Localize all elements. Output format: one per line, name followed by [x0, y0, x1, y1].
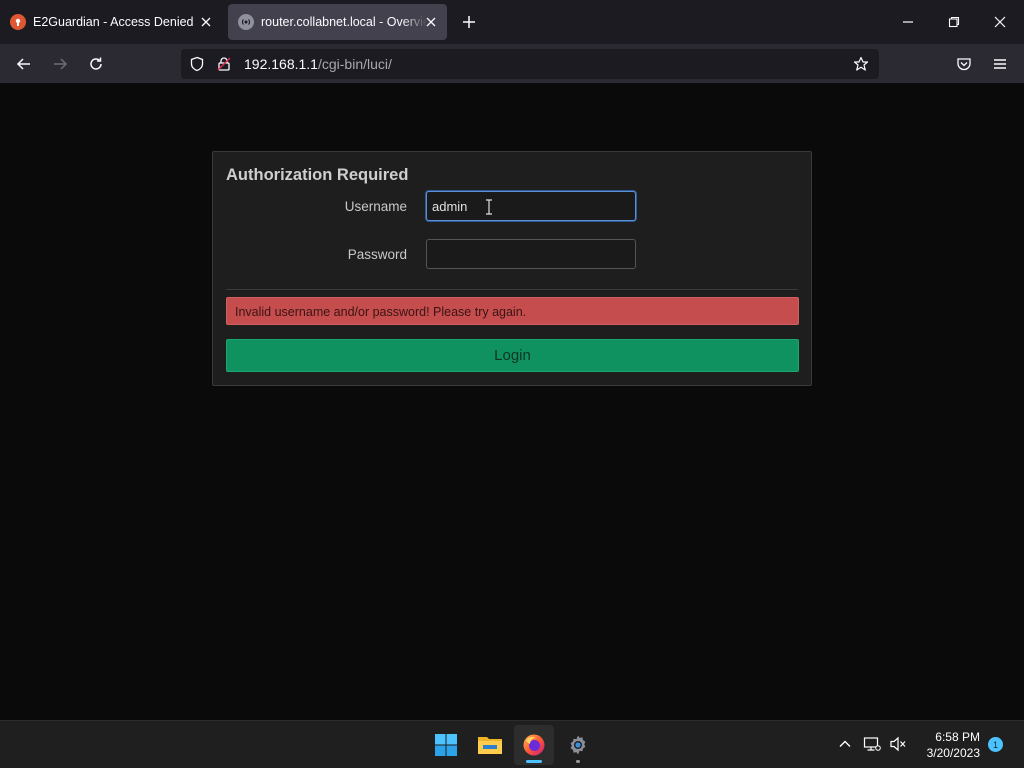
chevron-up-icon	[839, 740, 851, 747]
reload-icon	[90, 57, 102, 70]
restore-button[interactable]	[944, 12, 964, 32]
url-text[interactable]: 192.168.1.1/cgi-bin/luci/	[244, 56, 392, 72]
settings-taskbar-button[interactable]	[558, 725, 598, 765]
notification-badge[interactable]: 1	[988, 737, 1003, 752]
url-bar[interactable]: 192.168.1.1/cgi-bin/luci/	[181, 49, 879, 79]
reload-button[interactable]	[86, 54, 106, 74]
browser-nav-bar: 192.168.1.1/cgi-bin/luci/	[0, 44, 1024, 84]
shield-icon[interactable]	[189, 56, 205, 77]
password-input[interactable]	[426, 239, 636, 269]
running-app-indicator	[576, 760, 580, 763]
arrow-left-icon	[16, 58, 30, 70]
menu-button[interactable]	[990, 54, 1010, 74]
password-label: Password	[347, 247, 407, 262]
file-explorer-button[interactable]	[470, 725, 510, 765]
login-button[interactable]: Login	[226, 339, 799, 372]
windows-start-icon	[435, 734, 457, 756]
restore-icon	[948, 16, 960, 28]
pocket-icon	[957, 58, 971, 71]
volume-muted-icon	[890, 736, 906, 752]
insecure-lock-icon[interactable]	[216, 56, 232, 77]
broadcast-icon	[238, 14, 254, 30]
new-tab-button[interactable]	[459, 12, 479, 32]
network-icon	[863, 737, 881, 751]
url-path: /cgi-bin/luci/	[317, 56, 392, 72]
url-host: 192.168.1.1	[244, 56, 318, 72]
close-icon	[994, 16, 1006, 28]
minimize-icon	[903, 21, 913, 23]
clock-time: 6:58 PM	[935, 730, 980, 744]
login-form: Authorization Required Username Password…	[212, 151, 812, 386]
minimize-button[interactable]	[898, 12, 918, 32]
hamburger-icon	[994, 59, 1006, 69]
file-explorer-icon	[478, 737, 502, 754]
page-content: Authorization Required Username Password…	[0, 85, 1024, 720]
volume-button[interactable]	[889, 735, 907, 753]
taskbar: 6:58 PM 3/20/2023 1	[0, 720, 1024, 768]
start-button[interactable]	[426, 725, 466, 765]
settings-icon	[570, 735, 586, 755]
system-clock[interactable]: 6:58 PM 3/20/2023	[912, 729, 980, 761]
close-window-button[interactable]	[990, 12, 1010, 32]
firefox-taskbar-button[interactable]	[514, 725, 554, 765]
tab-e2guardian[interactable]: E2Guardian - Access Denied	[0, 4, 222, 40]
arrow-right-icon	[54, 58, 68, 70]
bookmark-star-icon[interactable]	[853, 56, 869, 77]
plus-icon	[463, 16, 475, 28]
browser-tab-bar: E2Guardian - Access Denied router.collab…	[0, 0, 1024, 44]
show-hidden-icons-button[interactable]	[836, 735, 854, 753]
clock-date: 3/20/2023	[926, 746, 980, 760]
close-icon[interactable]	[198, 14, 214, 30]
duckduckgo-icon	[10, 14, 26, 30]
username-input[interactable]	[426, 191, 636, 221]
close-icon[interactable]	[423, 14, 439, 30]
page-title: Authorization Required	[226, 166, 409, 184]
back-button[interactable]	[14, 54, 34, 74]
active-app-indicator	[526, 760, 542, 763]
tab-title: router.collabnet.local - Overview	[261, 15, 427, 29]
network-button[interactable]	[863, 735, 881, 753]
tab-title: E2Guardian - Access Denied	[33, 15, 194, 29]
tab-router-overview[interactable]: router.collabnet.local - Overview	[228, 4, 447, 40]
divider	[226, 289, 798, 290]
firefox-icon	[523, 734, 545, 756]
error-alert: Invalid username and/or password! Please…	[226, 297, 799, 325]
pocket-button[interactable]	[954, 54, 974, 74]
forward-button[interactable]	[50, 54, 70, 74]
username-label: Username	[344, 199, 407, 214]
